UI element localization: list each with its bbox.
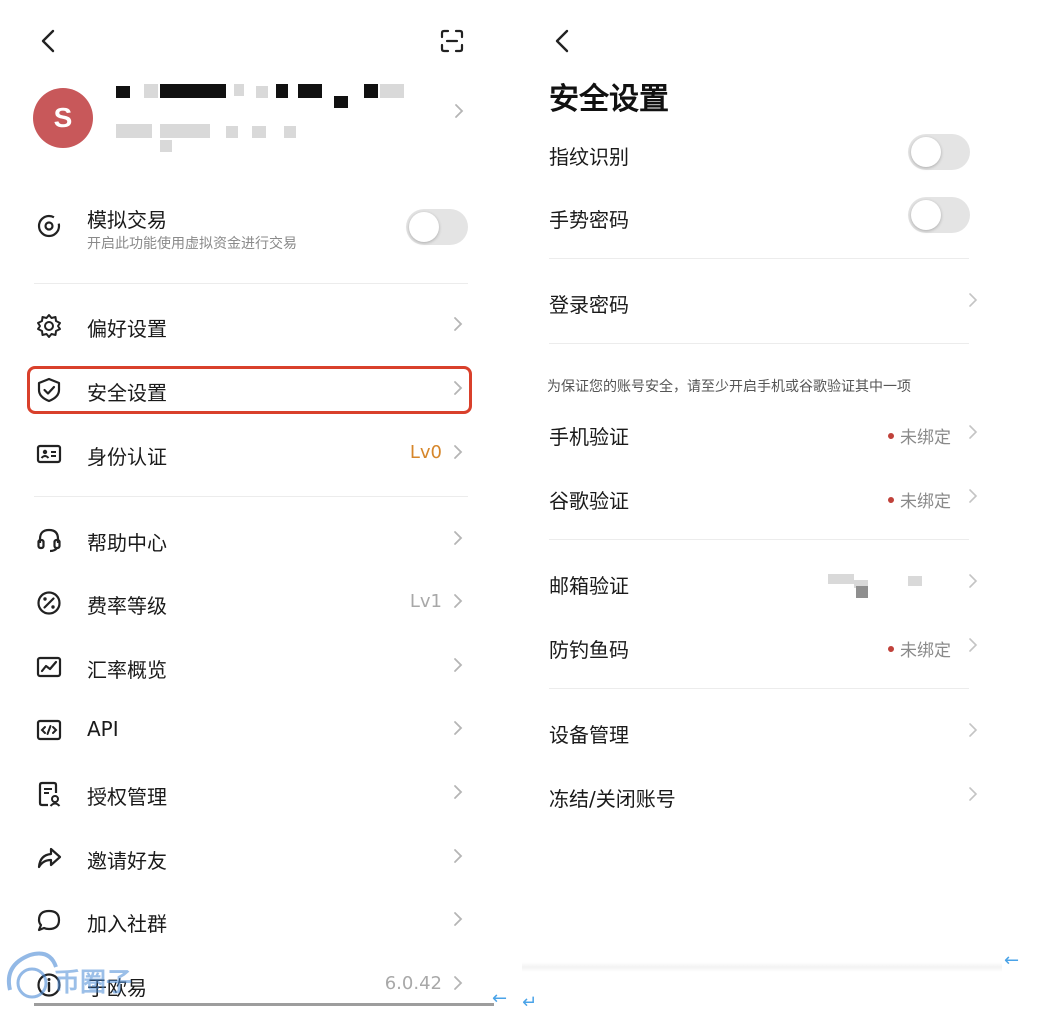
chevron-right-icon[interactable] bbox=[451, 719, 465, 741]
menu-item-community[interactable]: 加入社群 bbox=[87, 908, 167, 937]
chevron-right-icon[interactable] bbox=[966, 291, 980, 313]
simulated-trading-icon bbox=[35, 212, 63, 240]
arrow-left-icon: ← bbox=[492, 988, 508, 1009]
unbound-dot-icon bbox=[888, 496, 894, 503]
chevron-right-icon[interactable] bbox=[451, 847, 465, 869]
gear-icon bbox=[35, 312, 63, 340]
menu-item-rates[interactable]: 汇率概览 bbox=[87, 654, 167, 683]
menu-item-invite[interactable]: 邀请好友 bbox=[87, 845, 167, 874]
chevron-right-icon[interactable] bbox=[451, 592, 465, 614]
chevron-right-icon[interactable] bbox=[966, 572, 980, 594]
menu-value-identity: Lv0 bbox=[409, 442, 442, 463]
menu-item-help[interactable]: 帮助中心 bbox=[87, 527, 167, 556]
fingerprint-label: 指纹识别 bbox=[549, 145, 629, 169]
percent-icon bbox=[35, 589, 63, 617]
anti-phishing-row[interactable]: 防钓鱼码 bbox=[549, 634, 629, 663]
gesture-password-toggle[interactable] bbox=[908, 197, 970, 233]
chevron-right-icon[interactable] bbox=[451, 910, 465, 932]
chevron-right-icon[interactable] bbox=[451, 529, 465, 551]
simulated-trading-label: 模拟交易 bbox=[87, 208, 167, 232]
chevron-right-icon[interactable] bbox=[451, 315, 465, 337]
menu-item-preferences[interactable]: 偏好设置 bbox=[87, 313, 167, 342]
divider bbox=[549, 539, 969, 540]
watermark-text: 币圈子 bbox=[54, 968, 133, 998]
divider bbox=[34, 283, 468, 284]
scan-icon[interactable] bbox=[437, 26, 467, 56]
device-management-row[interactable]: 设备管理 bbox=[549, 719, 629, 748]
return-arrow-icon: ↵ bbox=[522, 992, 538, 1010]
menu-item-identity[interactable]: 身份认证 bbox=[87, 441, 167, 470]
page-title: 安全设置 bbox=[549, 82, 669, 117]
menu-item-auth[interactable]: 授权管理 bbox=[87, 781, 167, 810]
login-password-row[interactable]: 登录密码 bbox=[549, 289, 629, 318]
phone-verification-row[interactable]: 手机验证 bbox=[549, 421, 629, 450]
avatar[interactable]: S bbox=[33, 88, 93, 148]
authorization-doc-icon bbox=[35, 780, 63, 808]
security-settings-panel: 安全设置 指纹识别 手势密码 登录密码 为保证您的账号安全，请至少开启手机或谷歌… bbox=[522, 0, 1044, 1010]
chevron-right-icon[interactable] bbox=[451, 656, 465, 678]
menu-item-api[interactable]: API bbox=[87, 717, 119, 741]
arrow-left-icon: ← bbox=[1004, 950, 1020, 971]
unbound-dot-icon bbox=[888, 432, 894, 439]
divider bbox=[34, 496, 468, 497]
id-card-icon bbox=[35, 440, 63, 468]
chevron-right-icon[interactable] bbox=[966, 487, 980, 509]
chevron-right-icon[interactable] bbox=[451, 443, 465, 465]
menu-value-about: 6.0.42 bbox=[384, 973, 442, 994]
simulated-trading-description: 开启此功能使用虚拟资金进行交易 bbox=[87, 236, 297, 252]
anti-phishing-status: 未绑定 bbox=[888, 636, 951, 661]
trend-chart-icon bbox=[35, 653, 63, 681]
chevron-right-icon[interactable] bbox=[451, 783, 465, 805]
menu-item-fee[interactable]: 费率等级 bbox=[87, 590, 167, 619]
divider bbox=[549, 343, 969, 344]
chevron-right-icon[interactable] bbox=[966, 423, 980, 445]
fingerprint-toggle[interactable] bbox=[908, 134, 970, 170]
chat-bubble-icon bbox=[35, 907, 63, 935]
menu-value-fee: Lv1 bbox=[409, 591, 442, 612]
chevron-right-icon[interactable] bbox=[966, 785, 980, 807]
share-arrow-icon bbox=[35, 844, 63, 872]
code-icon bbox=[35, 716, 63, 744]
profile-chevron-icon[interactable] bbox=[452, 102, 466, 124]
chevron-right-icon[interactable] bbox=[966, 721, 980, 743]
phone-verification-status: 未绑定 bbox=[888, 423, 951, 448]
gesture-password-label: 手势密码 bbox=[549, 208, 629, 232]
chevron-right-icon[interactable] bbox=[966, 636, 980, 658]
simulated-trading-toggle[interactable] bbox=[406, 209, 468, 245]
back-arrow-icon[interactable] bbox=[548, 26, 578, 56]
account-panel: S 模拟交易 开启此功能使用虚拟资金进行交易 偏好设置 安全设置 身份认证 Lv0 帮助… bbox=[0, 0, 515, 1010]
headset-icon bbox=[35, 526, 63, 554]
google-verification-status: 未绑定 bbox=[888, 487, 951, 512]
security-tip: 为保证您的账号安全，请至少开启手机或谷歌验证其中一项 bbox=[547, 379, 911, 395]
chevron-right-icon[interactable] bbox=[451, 974, 465, 996]
back-arrow-icon[interactable] bbox=[34, 26, 64, 56]
security-settings-highlight bbox=[27, 366, 472, 414]
divider bbox=[549, 688, 969, 689]
bottom-fade bbox=[522, 962, 1002, 972]
google-verification-row[interactable]: 谷歌验证 bbox=[549, 485, 629, 514]
unbound-dot-icon bbox=[888, 645, 894, 652]
divider bbox=[549, 258, 969, 259]
freeze-account-row[interactable]: 冻结/关闭账号 bbox=[549, 783, 676, 812]
email-verification-row[interactable]: 邮箱验证 bbox=[549, 570, 629, 599]
